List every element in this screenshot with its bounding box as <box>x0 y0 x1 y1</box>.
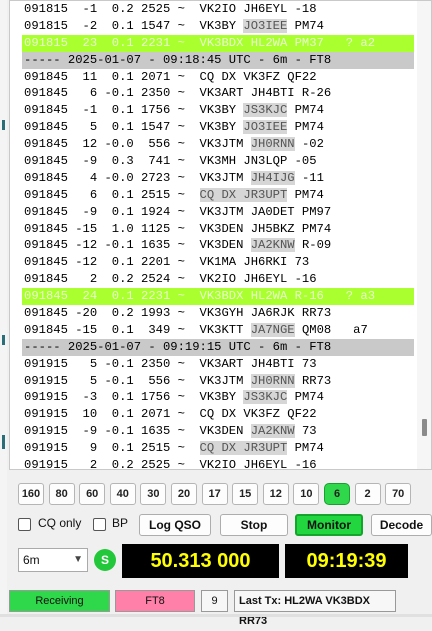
decode-row[interactable]: 091845 -15 1.0 1125 ~ VK3DEN JH5BKZ PM74 <box>22 221 414 238</box>
band-button-60[interactable]: 60 <box>79 483 106 505</box>
worked-callsign-highlight: CQ DX JR3UPT <box>199 441 288 456</box>
decode-row[interactable]: 091815 -2 0.1 1547 ~ VK3BY JO3IEE PM74 <box>22 18 414 35</box>
decode-row[interactable]: 091845 -12 -0.1 1635 ~ VK3DEN JA2KNW R-0… <box>22 237 414 254</box>
decode-row[interactable]: 091915 9 0.1 2515 ~ CQ DX JR3UPT PM74 <box>22 440 414 457</box>
decode-row[interactable]: 091845 11 0.1 2071 ~ CQ DX VK3FZ QF22 <box>22 69 414 86</box>
worked-callsign-highlight: CQ DX JR3UPT <box>199 187 288 202</box>
clock-display: 09:19:39 <box>285 544 408 578</box>
decode-row[interactable]: 091845 -20 0.2 1993 ~ VK3GYH JA6RJK RR73 <box>22 305 414 322</box>
decode-panel[interactable]: 091815 -1 0.2 2525 ~ VK2IO JH6EYL -18 091… <box>9 0 432 470</box>
decode-list[interactable]: 091815 -1 0.2 2525 ~ VK2IO JH6EYL -18 091… <box>22 1 414 469</box>
worked-callsign-highlight: JS3KJC <box>243 390 288 405</box>
s-status-indicator: S <box>94 549 116 571</box>
decode-row[interactable]: 091845 2 0.2 2524 ~ VK2IO JH6EYL -16 <box>22 271 414 288</box>
decode-row[interactable]: 091845 4 -0.0 2723 ~ VK3JTM JH4IJG -11 <box>22 170 414 187</box>
worked-callsign-highlight: JO3IEE <box>243 120 288 135</box>
decode-row[interactable]: 091845 -1 0.1 1756 ~ VK3BY JS3KJC PM74 <box>22 102 414 119</box>
band-select[interactable]: 6m ▼ <box>18 548 88 572</box>
decode-row[interactable]: 091845 12 -0.0 556 ~ VK3JTM JH0RNN -02 <box>22 136 414 153</box>
band-button-40[interactable]: 40 <box>109 483 136 505</box>
band-button-17[interactable]: 17 <box>201 483 228 505</box>
worked-callsign-highlight: JS3KJC <box>243 103 288 118</box>
decode-row[interactable]: 091845 -12 0.1 2201 ~ VK1MA JH6RKI 73 <box>22 254 414 271</box>
worked-callsign-highlight: JA2KNW <box>250 238 295 253</box>
monitor-button[interactable]: Monitor <box>295 514 363 536</box>
worked-callsign-highlight: JA2KNW <box>250 424 295 439</box>
stop-button[interactable]: Stop <box>220 514 288 536</box>
decode-row-tx[interactable]: 091815 23 0.1 2231 ~ VK3BDX HL2WA PM37 ?… <box>22 34 414 52</box>
band-button-30[interactable]: 30 <box>140 483 167 505</box>
decode-row[interactable]: 091915 5 -0.1 2350 ~ VK3ART JH4BTI 73 <box>22 356 414 373</box>
decode-row-tx[interactable]: 091845 24 0.1 2231 ~ VK3BDX HL2WA R-16 ?… <box>22 288 414 306</box>
cq-only-checkbox[interactable] <box>18 518 31 531</box>
decode-button[interactable]: Decode <box>371 514 432 536</box>
band-button-12[interactable]: 12 <box>262 483 289 505</box>
band-button-20[interactable]: 20 <box>171 483 197 505</box>
band-button-10[interactable]: 10 <box>293 483 320 505</box>
receiving-status: Receiving <box>9 590 110 612</box>
decode-row[interactable]: 091815 -1 0.2 2525 ~ VK2IO JH6EYL -18 <box>22 1 414 18</box>
decode-row[interactable]: 091915 -9 -0.1 1635 ~ VK3DEN JA2KNW 73 <box>22 423 414 440</box>
mode-status: FT8 <box>115 590 195 612</box>
worked-callsign-highlight: JA7NGE <box>250 322 295 337</box>
chevron-down-icon: ▼ <box>73 554 83 565</box>
decode-row[interactable]: 091845 6 -0.1 2350 ~ VK3ART JH4BTI R-26 <box>22 85 414 102</box>
decode-row[interactable]: 091845 6 0.1 2515 ~ CQ DX JR3UPT PM74 <box>22 187 414 204</box>
last-tx-status: Last Tx: HL2WA VK3BDX RR73 <box>234 590 396 627</box>
decode-row[interactable]: 091845 5 0.1 1547 ~ VK3BY JO3IEE PM74 <box>22 119 414 136</box>
band-button-2[interactable]: 2 <box>354 483 381 505</box>
count-status: 9 <box>201 590 228 612</box>
bp-checkbox[interactable] <box>93 518 106 531</box>
left-edge-tick <box>2 435 5 449</box>
log-qso-button[interactable]: Log QSO <box>139 514 211 536</box>
scrollbar-track[interactable] <box>417 1 431 469</box>
decode-row[interactable]: 091845 -9 0.3 741 ~ VK3MH JN3LQP -05 <box>22 153 414 170</box>
bp-label: BP <box>112 516 129 530</box>
decode-row[interactable]: 091845 -15 0.1 349 ~ VK3KTT JA7NGE QM08 … <box>22 322 414 339</box>
frequency-display: 50.313 000 <box>122 544 279 578</box>
worked-callsign-highlight: JH4IJG <box>250 170 295 185</box>
cq-only-label: CQ only <box>38 516 82 530</box>
left-edge-tick <box>2 335 5 345</box>
band-button-6[interactable]: 6 <box>324 483 350 505</box>
worked-callsign-highlight: JO3IEE <box>243 18 288 33</box>
worked-callsign-highlight: JH0RNN <box>250 137 295 152</box>
left-edge-accent <box>0 0 7 617</box>
left-edge-tick <box>2 120 5 130</box>
band-button-160[interactable]: 160 <box>18 483 44 505</box>
worked-callsign-highlight: JH0RNN <box>250 373 295 388</box>
period-separator[interactable]: ----- 2025-01-07 - 09:19:15 UTC - 6m - F… <box>22 338 414 356</box>
period-separator[interactable]: ----- 2025-01-07 - 09:18:45 UTC - 6m - F… <box>22 51 414 69</box>
decode-row[interactable]: 091915 5 -0.1 556 ~ VK3JTM JH0RNN RR73 <box>22 373 414 390</box>
band-select-value: 6m <box>23 553 40 567</box>
scrollbar-thumb[interactable] <box>422 419 427 436</box>
decode-row[interactable]: 091915 10 0.1 2071 ~ CQ DX VK3FZ QF22 <box>22 406 414 423</box>
band-button-70[interactable]: 70 <box>385 483 412 505</box>
band-button-15[interactable]: 15 <box>232 483 259 505</box>
band-button-80[interactable]: 80 <box>48 483 75 505</box>
decode-row[interactable]: 091915 -3 0.1 1756 ~ VK3BY JS3KJC PM74 <box>22 389 414 406</box>
decode-row[interactable]: 091915 2 0.2 2525 ~ VK2IO JH6EYL -16 <box>22 457 414 469</box>
decode-row[interactable]: 091845 -9 0.1 1924 ~ VK3JTM JA0DET PM97 <box>22 204 414 221</box>
